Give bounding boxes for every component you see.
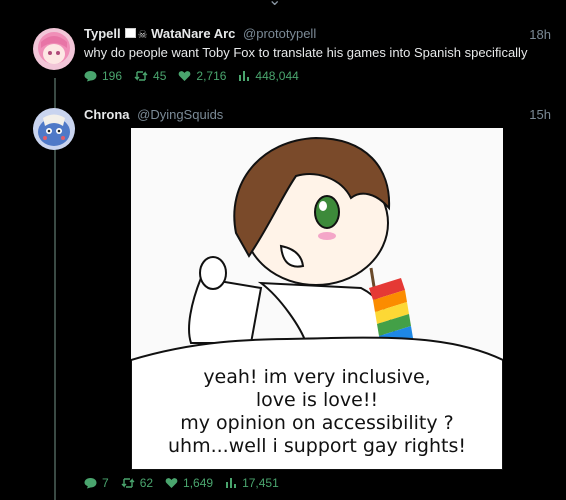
heart-icon [165,478,178,488]
reply-button[interactable]: 7 [84,476,109,490]
caption-line-3: my opinion on accessibility ? [180,412,454,434]
tweet-image[interactable]: yeah! im very inclusive, love is love!! … [131,128,503,470]
avatar-blue-creature-icon [33,108,75,150]
user-handle[interactable]: @DyingSquids [137,107,223,122]
views-chart-icon [239,71,250,81]
tweet-timestamp[interactable]: 15h [529,107,551,122]
avatar-chrona[interactable] [33,108,75,150]
retweet-button[interactable]: 62 [121,476,153,490]
skull-icon: ☠ [137,29,148,41]
caption-line-4: uhm...well i support gay rights! [168,435,466,457]
caption-line-1: yeah! im very inclusive, [203,366,431,388]
tweet-timestamp[interactable]: 18h [529,27,551,42]
view-count: 17,451 [242,476,279,490]
views-button[interactable]: 17,451 [225,476,279,490]
retweet-icon [121,478,135,488]
like-button[interactable]: 2,716 [178,69,226,83]
display-name[interactable]: Typell [84,26,121,41]
view-count: 448,044 [255,69,299,83]
display-name-suffix[interactable]: WataNare Arc [151,26,235,41]
reply-button[interactable]: 196 [84,69,122,83]
reply-count: 7 [102,476,109,490]
user-handle[interactable]: @prototypell [243,26,316,41]
avatar-typell[interactable] [33,28,75,70]
retweet-count: 62 [139,476,154,490]
reply-icon [84,478,97,489]
avatar-pink-hair-icon [33,28,75,70]
tweet-text: why do people want Toby Fox to translate… [84,45,528,60]
flag-icon [124,28,136,38]
tweet-stats: 196 45 2,716 448,044 [84,69,299,83]
retweet-button[interactable]: 45 [134,69,166,83]
like-button[interactable]: 1,649 [165,476,213,490]
like-count: 2,716 [196,69,227,83]
collapse-chevron-icon[interactable]: ⌄ [268,0,281,10]
tweet-stats: 7 62 1,649 17,451 [84,476,279,490]
heart-icon [179,71,191,81]
display-name[interactable]: Chrona [84,107,130,122]
reply-icon [84,71,97,82]
like-count: 1,649 [183,476,214,490]
views-chart-icon [226,478,237,488]
reply-count: 196 [102,69,123,83]
views-button[interactable]: 448,044 [238,69,299,83]
retweet-count: 45 [153,69,167,83]
caption-line-2: love is love!! [255,389,379,411]
retweet-icon [134,71,148,81]
